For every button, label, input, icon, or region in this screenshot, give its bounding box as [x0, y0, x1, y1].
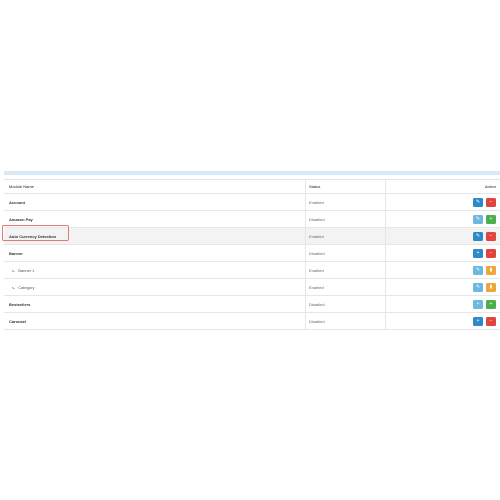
- column-divider: [305, 211, 306, 227]
- module-status: Disabled: [309, 301, 325, 307]
- module-name-cell: Banner: [9, 245, 23, 261]
- module-name: Bestsellers: [9, 301, 31, 307]
- module-name: Category: [18, 284, 35, 290]
- module-name: Banner: [9, 250, 23, 256]
- row-actions: + −: [473, 245, 496, 261]
- module-name-cell: Bestsellers: [9, 296, 30, 312]
- pencil-icon: ✎: [475, 283, 481, 290]
- plus-button[interactable]: +: [473, 316, 483, 326]
- column-divider: [385, 194, 386, 210]
- pencil-icon: ✎: [475, 198, 481, 205]
- minus-icon: −: [489, 198, 493, 205]
- column-divider: [385, 313, 386, 329]
- table-row: Bestsellers Disabled + +: [4, 296, 500, 313]
- row-actions: ✎ ▮: [473, 262, 496, 278]
- plus-icon: +: [489, 300, 493, 307]
- column-divider: [385, 180, 386, 193]
- branch-icon: ⤷: [12, 284, 15, 290]
- module-status: Disabled: [309, 318, 325, 324]
- row-actions: ✎ −: [473, 228, 496, 244]
- pencil-button[interactable]: ✎: [473, 214, 483, 224]
- table-row: Auto Currency Detection Enabled ✎ −: [4, 228, 500, 245]
- table-row: ⤷ Category Enabled ✎ ▮: [4, 279, 500, 296]
- column-divider: [305, 180, 306, 193]
- plus-button[interactable]: +: [486, 299, 496, 309]
- table-row: Account Enabled ✎ −: [4, 194, 500, 211]
- column-divider: [385, 211, 386, 227]
- trash-button[interactable]: ▮: [486, 282, 496, 292]
- module-status: Enabled: [309, 199, 324, 205]
- column-divider: [385, 245, 386, 261]
- column-divider: [305, 313, 306, 329]
- row-actions: ✎ −: [473, 194, 496, 210]
- module-name-cell: Account: [9, 194, 25, 210]
- column-divider: [305, 296, 306, 312]
- module-name: Banner 1: [18, 267, 35, 273]
- plus-button[interactable]: +: [473, 248, 483, 258]
- module-status: Disabled: [309, 216, 325, 222]
- plus-icon: +: [476, 317, 480, 324]
- plus-icon: +: [476, 249, 480, 256]
- top-accent-bar: [4, 171, 500, 175]
- table-row: Banner Disabled + −: [4, 245, 500, 262]
- module-name: Account: [9, 199, 25, 205]
- module-name-cell: Carousel: [9, 313, 26, 329]
- table-row: ⤷ Banner 1 Enabled ✎ ▮: [4, 262, 500, 279]
- trash-icon: ▮: [489, 283, 493, 290]
- branch-icon: ⤷: [12, 267, 15, 273]
- plus-button[interactable]: +: [473, 299, 483, 309]
- module-name-cell: ⤷ Category: [12, 279, 34, 295]
- pencil-icon: ✎: [475, 266, 481, 273]
- plus-icon: +: [476, 300, 480, 307]
- minus-button[interactable]: −: [486, 197, 496, 207]
- trash-icon: ▮: [489, 266, 493, 273]
- pencil-icon: ✎: [475, 215, 481, 222]
- column-divider: [385, 279, 386, 295]
- trash-button[interactable]: ▮: [486, 265, 496, 275]
- column-divider: [305, 228, 306, 244]
- column-divider: [305, 245, 306, 261]
- table-body: Account Enabled ✎ − Amazon Pay Disabled ✎ + Auto…: [4, 194, 500, 330]
- table-header: Module Name Status Action: [4, 180, 500, 194]
- plus-button[interactable]: +: [486, 214, 496, 224]
- plus-icon: +: [489, 215, 493, 222]
- module-name-cell: ⤷ Banner 1: [12, 262, 34, 278]
- focus-highlight-box: [2, 225, 69, 241]
- column-divider: [305, 279, 306, 295]
- module-status: Enabled: [309, 267, 324, 273]
- pencil-icon: ✎: [475, 232, 481, 239]
- minus-icon: −: [489, 232, 493, 239]
- column-divider: [385, 228, 386, 244]
- column-divider: [305, 194, 306, 210]
- header-action: Action: [484, 184, 496, 189]
- row-actions: ✎ +: [473, 211, 496, 227]
- row-actions: ✎ ▮: [473, 279, 496, 295]
- table-row: Carousel Disabled + −: [4, 313, 500, 330]
- minus-icon: −: [489, 317, 493, 324]
- minus-button[interactable]: −: [486, 316, 496, 326]
- modules-table: Module Name Status Action Account Enabled…: [4, 179, 500, 330]
- pencil-button[interactable]: ✎: [473, 265, 483, 275]
- module-status: Disabled: [309, 250, 325, 256]
- column-divider: [385, 262, 386, 278]
- module-name: Amazon Pay: [9, 216, 33, 222]
- minus-button[interactable]: −: [486, 231, 496, 241]
- header-status[interactable]: Status: [309, 180, 320, 193]
- header-module-name[interactable]: Module Name: [9, 180, 34, 193]
- pencil-button[interactable]: ✎: [473, 282, 483, 292]
- row-actions: + −: [473, 313, 496, 329]
- pencil-button[interactable]: ✎: [473, 197, 483, 207]
- table-row: Amazon Pay Disabled ✎ +: [4, 211, 500, 228]
- column-divider: [385, 296, 386, 312]
- minus-icon: −: [489, 249, 493, 256]
- column-divider: [305, 262, 306, 278]
- module-status: Enabled: [309, 233, 324, 239]
- row-actions: + +: [473, 296, 496, 312]
- minus-button[interactable]: −: [486, 248, 496, 258]
- module-status: Enabled: [309, 284, 324, 290]
- module-name: Carousel: [9, 318, 27, 324]
- pencil-button[interactable]: ✎: [473, 231, 483, 241]
